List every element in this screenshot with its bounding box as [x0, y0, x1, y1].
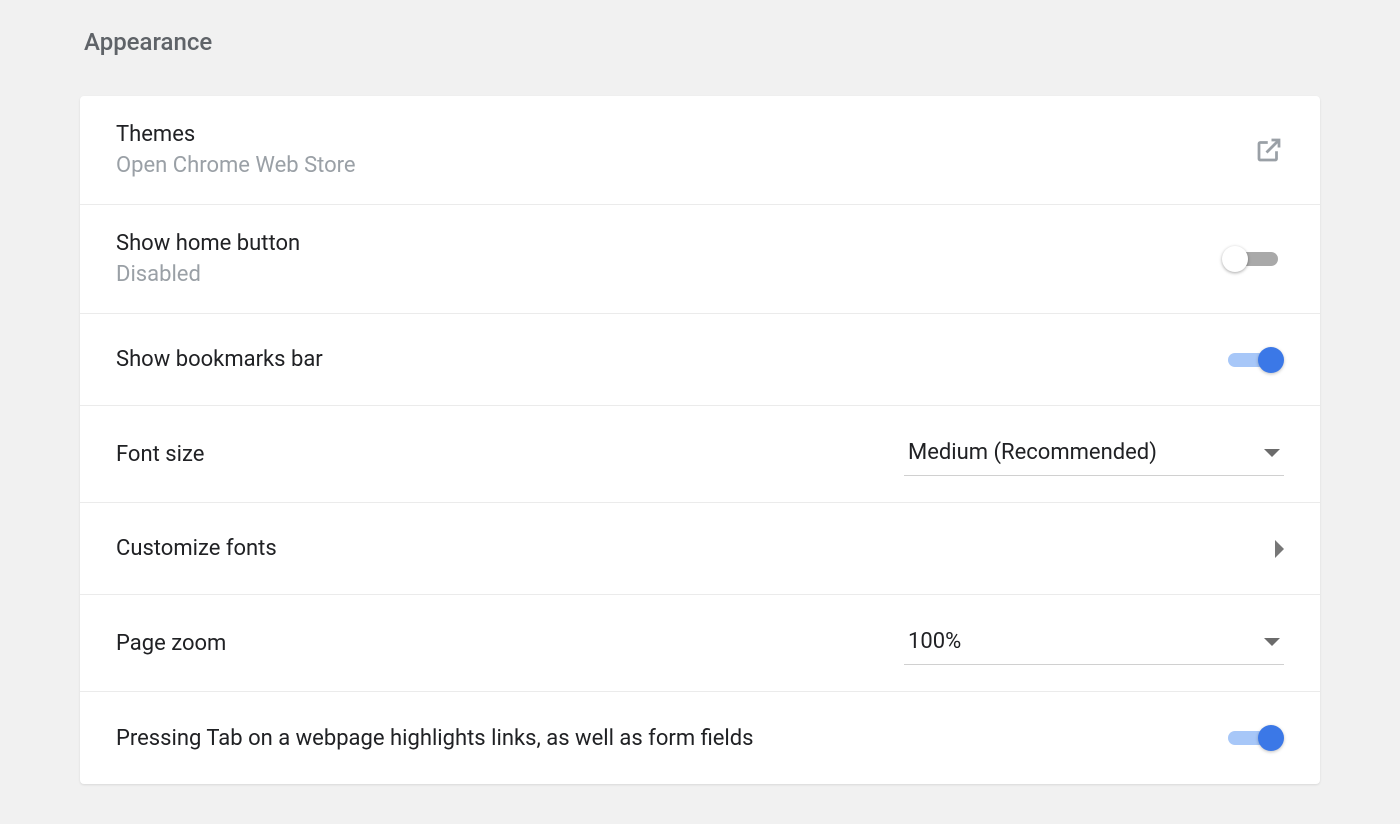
show-bookmarks-bar-row: Show bookmarks bar — [80, 314, 1320, 406]
customize-fonts-row[interactable]: Customize fonts — [80, 503, 1320, 595]
chevron-right-icon — [1275, 540, 1284, 558]
page-zoom-row: Page zoom 100% — [80, 595, 1320, 692]
themes-sublabel: Open Chrome Web Store — [116, 153, 356, 178]
appearance-card: Themes Open Chrome Web Store Show home b… — [80, 96, 1320, 784]
font-size-row: Font size Medium (Recommended) — [80, 406, 1320, 503]
themes-label: Themes — [116, 122, 356, 147]
themes-row[interactable]: Themes Open Chrome Web Store — [80, 96, 1320, 205]
section-title-appearance: Appearance — [84, 28, 1320, 56]
show-home-button-row: Show home button Disabled — [80, 205, 1320, 314]
show-home-button-toggle[interactable] — [1222, 246, 1284, 272]
tab-highlights-toggle[interactable] — [1222, 725, 1284, 751]
page-zoom-value: 100% — [908, 629, 961, 654]
show-bookmarks-bar-toggle[interactable] — [1222, 347, 1284, 373]
page-zoom-label: Page zoom — [116, 631, 226, 656]
font-size-value: Medium (Recommended) — [908, 440, 1157, 465]
font-size-dropdown[interactable]: Medium (Recommended) — [904, 432, 1284, 476]
external-link-icon[interactable] — [1254, 135, 1284, 165]
show-bookmarks-bar-label: Show bookmarks bar — [116, 347, 323, 372]
show-home-button-sublabel: Disabled — [116, 262, 300, 287]
page-zoom-dropdown[interactable]: 100% — [904, 621, 1284, 665]
customize-fonts-label: Customize fonts — [116, 536, 277, 561]
tab-highlights-row: Pressing Tab on a webpage highlights lin… — [80, 692, 1320, 784]
caret-down-icon — [1264, 638, 1280, 646]
font-size-label: Font size — [116, 442, 204, 467]
show-home-button-label: Show home button — [116, 231, 300, 256]
tab-highlights-label: Pressing Tab on a webpage highlights lin… — [116, 726, 754, 751]
caret-down-icon — [1264, 449, 1280, 457]
